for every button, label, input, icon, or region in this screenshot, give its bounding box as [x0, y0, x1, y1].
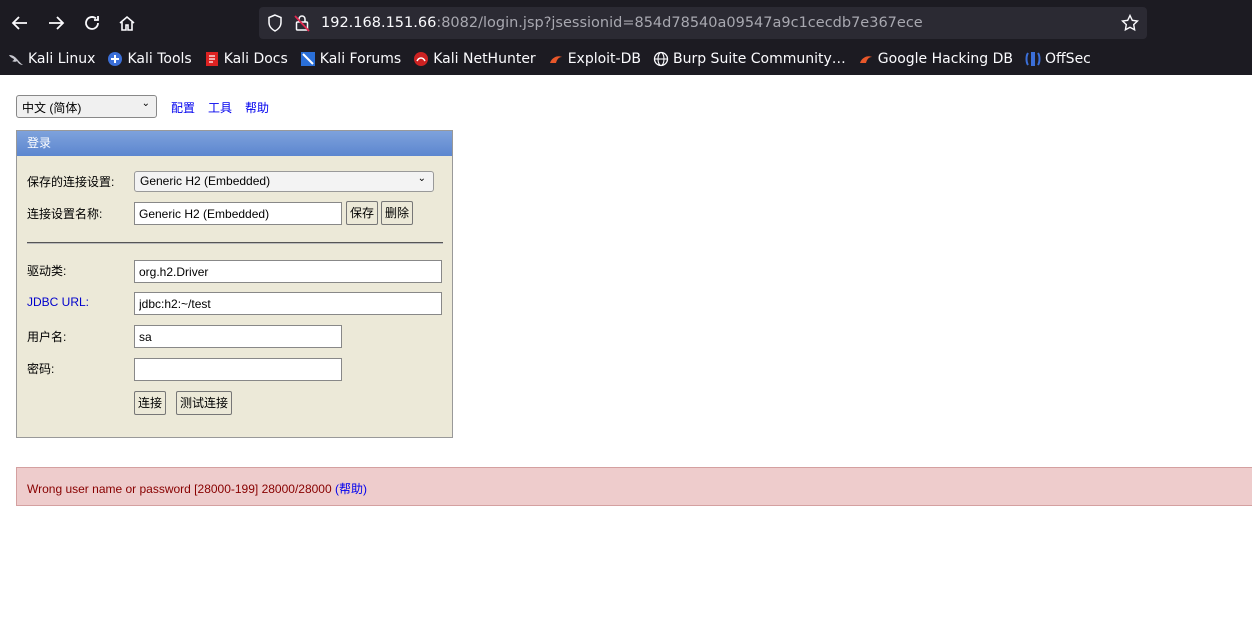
home-icon — [119, 15, 135, 31]
globe-icon — [653, 51, 669, 67]
help-link[interactable]: 帮助 — [245, 99, 269, 116]
language-select[interactable]: 中文 (简体) ⌄ — [16, 95, 157, 118]
arrow-right-icon — [49, 16, 65, 30]
jdbc-url-input[interactable] — [134, 292, 442, 315]
exploit-db-icon — [858, 51, 874, 67]
divider — [27, 242, 443, 244]
reload-button[interactable] — [78, 9, 106, 37]
bookmark-label: Kali Linux — [28, 51, 96, 67]
chevron-down-icon: ⌄ — [141, 98, 150, 109]
language-select-value: 中文 (简体) — [22, 101, 82, 115]
exploit-db-icon — [548, 51, 564, 67]
bookmark-label: Google Hacking DB — [877, 51, 1014, 67]
bookmark-label: Kali Forums — [319, 51, 402, 67]
bookmark-item[interactable]: Burp Suite Community… — [653, 51, 846, 67]
password-label: 密码: — [27, 362, 55, 376]
bookmark-item[interactable]: Kali Tools — [107, 51, 192, 67]
bookmark-label: Kali Tools — [127, 51, 192, 67]
saved-settings-select[interactable]: Generic H2 (Embedded) ⌄ — [134, 171, 434, 192]
bookmark-label: Kali NetHunter — [433, 51, 536, 67]
url-path: :8082/login.jsp?jsessionid=854d78540a095… — [436, 15, 923, 31]
jdbc-url-label[interactable]: JDBC URL: — [27, 295, 89, 309]
setting-name-input[interactable] — [134, 202, 342, 225]
url-text[interactable]: 192.168.151.66:8082/login.jsp?jsessionid… — [321, 14, 923, 32]
page-content: 中文 (简体) ⌄ 配置 工具 帮助 登录 保存的连接设置: Generic H… — [0, 75, 1252, 630]
url-host: 192.168.151.66 — [321, 15, 437, 31]
driver-input[interactable] — [134, 260, 442, 283]
insecure-lock-icon[interactable] — [294, 14, 310, 32]
kali-forums-icon — [300, 51, 316, 67]
bookmark-item[interactable]: OffSec — [1025, 51, 1091, 67]
back-button[interactable] — [6, 9, 34, 37]
bookmark-star-icon[interactable] — [1121, 14, 1139, 32]
bookmark-item[interactable]: Kali Forums — [300, 51, 401, 67]
login-header: 登录 — [17, 131, 452, 156]
bookmarks-toolbar: Kali Linux Kali Tools Kali Docs Kali Forums… — [0, 46, 1252, 72]
reload-icon — [85, 16, 99, 30]
driver-label: 驱动类: — [27, 264, 67, 278]
bookmark-item[interactable]: Kali Docs — [204, 51, 288, 67]
home-button[interactable] — [113, 9, 141, 37]
username-label: 用户名: — [27, 330, 67, 344]
arrow-left-icon — [11, 16, 27, 30]
chevron-down-icon: ⌄ — [417, 173, 426, 184]
offsec-icon — [1025, 51, 1041, 67]
bookmark-item[interactable]: Kali Linux — [8, 51, 95, 67]
forward-button[interactable] — [42, 9, 70, 37]
bookmark-item[interactable]: Google Hacking DB — [858, 51, 1013, 67]
tools-link[interactable]: 工具 — [208, 99, 232, 116]
saved-settings-label: 保存的连接设置: — [27, 175, 115, 189]
bookmark-label: Exploit-DB — [567, 51, 641, 67]
kali-tools-icon — [107, 51, 123, 67]
save-button[interactable]: 保存 — [346, 201, 378, 225]
bookmark-item[interactable]: Kali NetHunter — [413, 51, 536, 67]
username-input[interactable] — [134, 325, 342, 348]
bookmark-label: OffSec — [1045, 51, 1091, 67]
error-banner: Wrong user name or password [28000-199] … — [16, 467, 1252, 506]
shield-icon[interactable] — [267, 14, 283, 32]
error-message: Wrong user name or password [28000-199] … — [27, 480, 367, 497]
error-help-link[interactable]: (帮助) — [335, 482, 367, 496]
kali-nethunter-icon — [413, 51, 429, 67]
bookmark-label: Kali Docs — [223, 51, 288, 67]
url-bar[interactable]: 192.168.151.66:8082/login.jsp?jsessionid… — [259, 7, 1147, 39]
kali-dragon-icon — [8, 51, 24, 67]
connect-button[interactable]: 连接 — [134, 391, 166, 415]
kali-docs-icon — [204, 51, 220, 67]
error-text: Wrong user name or password [28000-199] … — [27, 482, 332, 496]
saved-settings-value: Generic H2 (Embedded) — [140, 174, 271, 188]
test-connection-button[interactable]: 测试连接 — [176, 391, 232, 415]
setting-name-label: 连接设置名称: — [27, 207, 103, 221]
browser-chrome: 192.168.151.66:8082/login.jsp?jsessionid… — [0, 0, 1252, 75]
bookmark-label: Burp Suite Community… — [672, 51, 846, 67]
login-panel: 登录 保存的连接设置: Generic H2 (Embedded) ⌄ 连接设置… — [16, 130, 453, 438]
bookmark-item[interactable]: Exploit-DB — [548, 51, 641, 67]
password-input[interactable] — [134, 358, 342, 381]
settings-link[interactable]: 配置 — [171, 99, 195, 116]
delete-button[interactable]: 删除 — [381, 201, 413, 225]
